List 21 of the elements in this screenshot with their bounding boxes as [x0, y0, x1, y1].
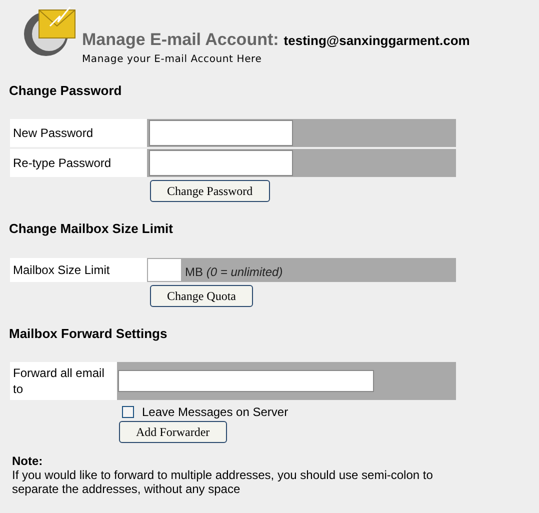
- account-email: testing@sanxinggarment.com: [284, 32, 470, 50]
- section-heading: Change Password: [9, 82, 123, 100]
- submit-button[interactable]: Change Password: [150, 180, 270, 202]
- field-label: Mailbox Size Limit: [10, 258, 147, 282]
- note-text: If you would like to forward to multiple addresses, you should use semi-colon to separate the addresses, without any space: [12, 468, 434, 496]
- password-field[interactable]: [149, 120, 293, 146]
- unit-label: MB (0 = unlimited): [185, 264, 283, 280]
- page-subtitle: Manage your E-mail Account Here: [82, 52, 263, 66]
- password-field[interactable]: [149, 150, 293, 176]
- field-label: New Password: [10, 119, 147, 147]
- field-label: Forward all email to: [10, 362, 117, 400]
- submit-button[interactable]: Change Quota: [150, 284, 253, 306]
- submit-button[interactable]: Add Forwarder: [119, 421, 227, 443]
- section-heading: Change Mailbox Size Limit: [9, 220, 174, 238]
- quota-field[interactable]: [148, 258, 181, 280]
- leave-messages-checkbox[interactable]: Leave Messages on Server: [122, 404, 456, 420]
- section-heading: Mailbox Forward Settings: [9, 324, 168, 343]
- email-field[interactable]: [118, 370, 374, 392]
- field-label: Re-type Password: [10, 149, 147, 177]
- page-title: Manage E-mail Account:: [82, 31, 279, 48]
- note-title: Note:: [12, 454, 44, 468]
